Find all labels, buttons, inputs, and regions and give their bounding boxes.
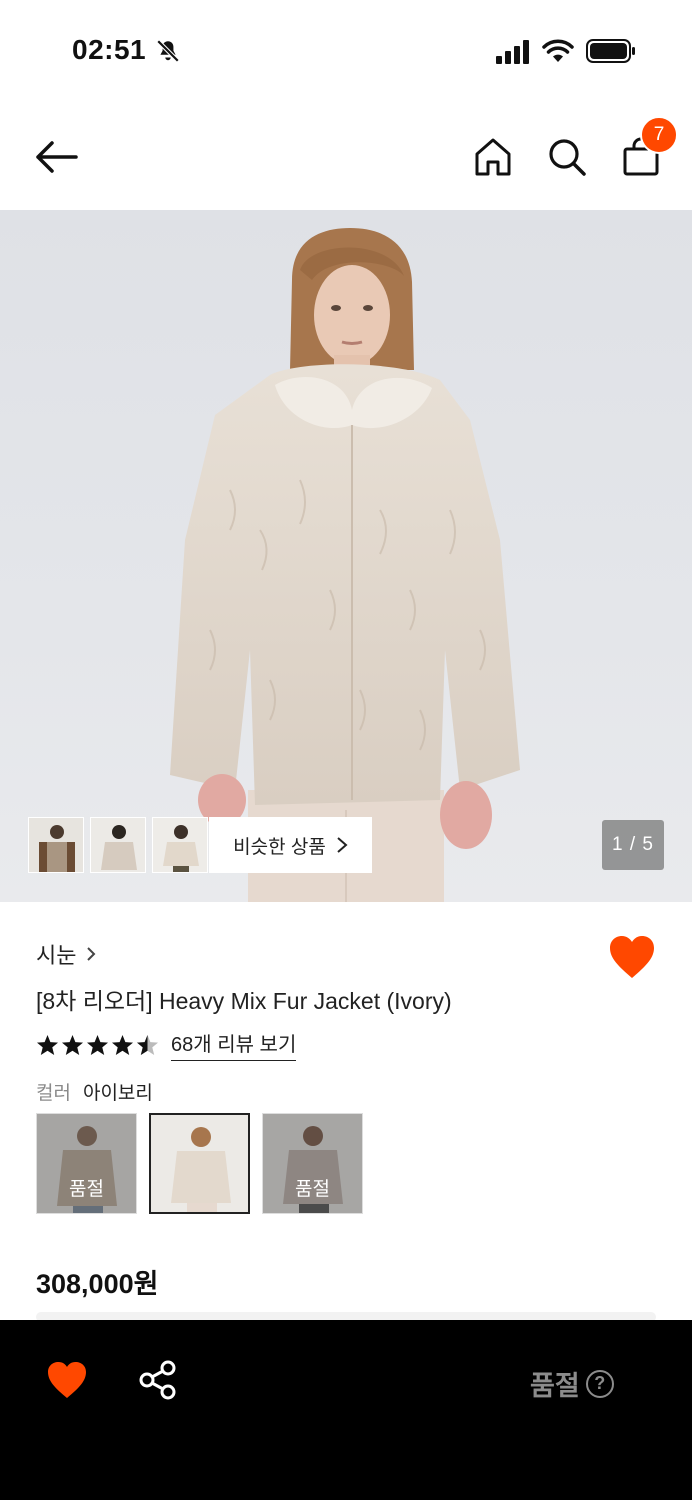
star-icon [86, 1034, 109, 1055]
product-rating: 68개 리뷰 보기 [36, 1028, 297, 1061]
chevron-right-icon [337, 837, 348, 853]
color-value: 아이보리 [82, 1083, 153, 1104]
color-option-row: 컬러 아이보리 [36, 1078, 153, 1105]
soldout-status-label: 품절 [530, 1371, 580, 1401]
gallery-thumbnail[interactable] [28, 817, 84, 873]
product-price: 308,000원 [36, 1269, 159, 1299]
bottom-action-bar: 품절 ? [0, 1320, 692, 1500]
cellular-signal-icon [496, 40, 529, 64]
wishlist-heart-icon[interactable] [608, 934, 656, 980]
gallery-thumbnails [28, 817, 208, 873]
soldout-badge: 품절 [295, 1179, 330, 1200]
brand-name: 시눈 [36, 943, 77, 968]
product-photo [170, 228, 520, 902]
share-icon[interactable] [138, 1360, 178, 1400]
gallery-page-indicator: 1 / 5 [602, 820, 664, 870]
chevron-right-icon [87, 947, 96, 961]
color-label: 컬러 [36, 1083, 71, 1104]
soldout-status[interactable]: 품절 ? [530, 1364, 614, 1403]
color-swatches: 품절 품절 [36, 1113, 363, 1214]
color-swatch[interactable]: 품절 [262, 1113, 363, 1214]
similar-products-button[interactable]: 비슷한 상품 [209, 817, 372, 873]
product-image-gallery[interactable]: 비슷한 상품 1 / 5 [0, 210, 692, 902]
brand-link[interactable]: 시눈 [36, 938, 96, 970]
star-icon [111, 1034, 134, 1055]
top-navigation: 7 [0, 100, 692, 210]
status-time: 02:51 [72, 34, 147, 65]
reviews-link[interactable]: 68개 리뷰 보기 [171, 1028, 297, 1061]
soldout-badge: 품절 [69, 1179, 104, 1200]
wifi-icon [542, 39, 574, 62]
help-circle-icon[interactable]: ? [585, 1369, 614, 1398]
search-icon[interactable] [546, 136, 588, 178]
color-swatch[interactable]: 품절 [36, 1113, 137, 1214]
status-bar: 02:51 [0, 0, 692, 100]
rating-stars [36, 1034, 159, 1056]
battery-icon [586, 39, 635, 63]
gallery-thumbnail[interactable] [152, 817, 208, 873]
similar-products-label: 비슷한 상품 [233, 836, 326, 858]
half-star-icon [136, 1034, 159, 1055]
gallery-thumbnail[interactable] [90, 817, 146, 873]
home-icon[interactable] [472, 136, 514, 178]
bell-slash-icon [156, 39, 180, 63]
cart-count-badge: 7 [640, 116, 678, 154]
back-arrow-icon[interactable] [32, 138, 80, 176]
color-swatch-selected[interactable] [149, 1113, 250, 1214]
star-icon [61, 1034, 84, 1055]
product-title: [8차 리오더] Heavy Mix Fur Jacket (Ivory) [36, 988, 452, 1014]
star-icon [36, 1034, 59, 1055]
heart-icon[interactable] [46, 1360, 88, 1400]
